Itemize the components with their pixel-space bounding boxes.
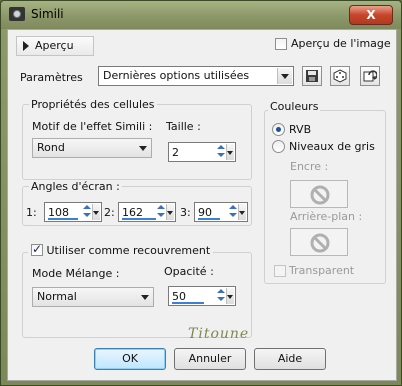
- chevron-down-icon[interactable]: [166, 204, 174, 220]
- motif-dropdown[interactable]: Rond: [32, 138, 152, 158]
- chevron-down-icon[interactable]: [226, 144, 234, 160]
- ok-button[interactable]: OK: [94, 348, 166, 370]
- image-preview-label: Aperçu de l'image: [291, 37, 391, 50]
- title-bar: Simili X: [1, 1, 401, 29]
- dice-icon: [333, 69, 347, 83]
- preview-button-label: Aperçu: [35, 39, 74, 52]
- overlay-header: Utiliser comme recouvrement: [28, 242, 214, 257]
- angle-1-spinner[interactable]: 108: [44, 202, 102, 222]
- opacity-spinner[interactable]: 50: [168, 286, 236, 306]
- size-label: Taille :: [166, 120, 201, 133]
- size-value: 2: [172, 146, 179, 159]
- blend-mode-dropdown[interactable]: Normal: [32, 287, 154, 307]
- motif-label: Motif de l'effet Simili :: [32, 120, 153, 133]
- angle-3-spinner[interactable]: 90: [194, 202, 248, 222]
- transparent-checkbox[interactable]: [274, 265, 286, 277]
- blend-mode-value: Normal: [37, 290, 77, 303]
- chevron-down-icon: [136, 140, 150, 156]
- camera-icon: [9, 7, 25, 21]
- presets-label: Paramètres: [20, 71, 83, 84]
- motif-value: Rond: [37, 141, 65, 154]
- screen-angles-title: Angles d'écran :: [29, 180, 122, 193]
- ink-color-swatch[interactable]: [290, 180, 348, 208]
- opacity-label: Opacité :: [164, 265, 214, 278]
- background-label: Arrière-plan :: [290, 210, 363, 223]
- angle-1-label: 1:: [26, 206, 37, 219]
- close-button[interactable]: X: [349, 5, 393, 25]
- dialog-window: Simili X Aperçu Aperçu de l'image Paramè…: [0, 0, 402, 386]
- chevron-down-icon: [138, 289, 152, 305]
- image-preview-checkbox[interactable]: [275, 38, 287, 50]
- ink-label: Encre :: [290, 160, 329, 173]
- spin-arrows-icon[interactable]: [228, 204, 238, 220]
- blend-mode-label: Mode Mélange :: [32, 267, 120, 280]
- use-as-overlay-checkbox[interactable]: [31, 242, 43, 256]
- no-entry-icon: [310, 185, 330, 205]
- spin-arrows-icon[interactable]: [216, 288, 226, 304]
- chevron-down-icon[interactable]: [238, 204, 246, 220]
- no-entry-icon: [310, 233, 330, 253]
- cell-properties-title: Propriétés des cellules: [29, 98, 157, 111]
- spin-arrows-icon[interactable]: [216, 144, 226, 160]
- cancel-button[interactable]: Annuler: [174, 348, 246, 370]
- colors-title: Couleurs: [268, 100, 321, 113]
- angle-1-slider-bar[interactable]: [48, 218, 78, 220]
- window-title: Simili: [31, 7, 64, 21]
- use-as-overlay-label: Utiliser comme recouvrement: [46, 244, 211, 257]
- dialog-body: Aperçu Aperçu de l'image Paramètres Dern…: [7, 29, 397, 381]
- opacity-slider-bar[interactable]: [172, 302, 204, 304]
- expand-arrow-icon: [23, 41, 29, 51]
- grayscale-label: Niveaux de gris: [289, 140, 375, 153]
- angle-2-slider-bar[interactable]: [122, 218, 156, 220]
- spin-arrows-icon[interactable]: [82, 204, 92, 220]
- angle-3-slider-bar[interactable]: [198, 218, 220, 220]
- grayscale-radio[interactable]: [272, 140, 285, 153]
- chevron-down-icon[interactable]: [226, 288, 234, 304]
- spin-arrows-icon[interactable]: [156, 204, 166, 220]
- angle-2-label: 2:: [104, 206, 115, 219]
- help-button[interactable]: Aide: [254, 348, 326, 370]
- randomize-button[interactable]: [330, 66, 350, 86]
- rgb-label: RVB: [289, 123, 312, 136]
- rgb-radio[interactable]: [272, 123, 285, 136]
- presets-dropdown[interactable]: Dernières options utilisées: [98, 66, 294, 86]
- presets-value: Dernières options utilisées: [103, 69, 250, 82]
- save-icon: [306, 70, 318, 82]
- transparent-label: Transparent: [289, 264, 355, 277]
- chevron-down-icon: [277, 68, 292, 84]
- watermark-signature: Titoune: [188, 326, 250, 342]
- background-color-swatch[interactable]: [290, 228, 348, 256]
- angle-3-label: 3:: [180, 206, 191, 219]
- chevron-down-icon[interactable]: [92, 204, 100, 220]
- reset-button[interactable]: [360, 66, 380, 86]
- reset-icon: [363, 70, 377, 82]
- size-spinner[interactable]: 2: [168, 142, 236, 162]
- preview-toggle-button[interactable]: Aperçu: [16, 36, 94, 56]
- save-preset-button[interactable]: [302, 66, 322, 86]
- angle-2-spinner[interactable]: 162: [118, 202, 176, 222]
